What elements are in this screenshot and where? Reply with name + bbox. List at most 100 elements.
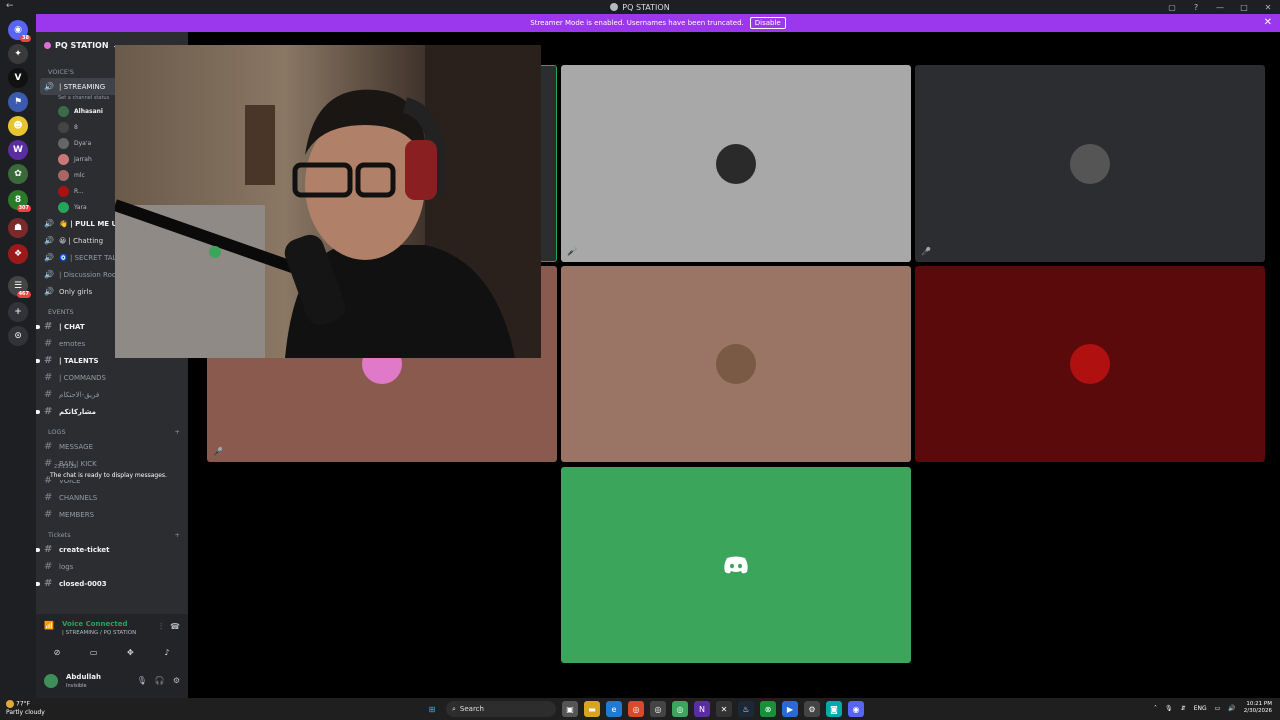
server-icon-6[interactable]: ✿ xyxy=(8,164,28,184)
soundboard-icon[interactable]: ♪ xyxy=(152,644,182,660)
text-channel[interactable]: # فريق-الاحتكام xyxy=(36,386,188,403)
avatar xyxy=(58,185,69,197)
windows-start-icon[interactable]: ⊞ xyxy=(424,701,440,717)
add-channel-icon[interactable]: + xyxy=(175,531,180,539)
app-icon-x[interactable]: ✕ xyxy=(716,701,732,717)
taskbar-apps: ⊞ ⌕ Search ▣ ▬ e ◎ ◎ ◎ N ✕ ♨ ⊗ ▶ ⚙ ◙ ◉ xyxy=(424,701,864,717)
taskbar-search[interactable]: ⌕ Search xyxy=(446,701,556,717)
app-icon-blue[interactable]: ▶ xyxy=(782,701,798,717)
member-name: 8 xyxy=(74,123,78,131)
close-banner-icon[interactable]: ✕ xyxy=(1264,17,1272,28)
server-icon-5[interactable]: W xyxy=(8,140,28,160)
server-icon-4[interactable]: ☻ xyxy=(8,116,28,136)
help-icon[interactable]: ? xyxy=(1184,3,1208,12)
app-icon-next[interactable]: N xyxy=(694,701,710,717)
text-channel[interactable]: # closed-0003 xyxy=(36,575,188,592)
member-name: Alhasani xyxy=(74,107,103,115)
settings-gear-icon[interactable]: ⚙ xyxy=(173,676,180,685)
user-status: Invisible xyxy=(66,683,87,689)
member-name: Yara xyxy=(74,203,87,211)
language-indicator[interactable]: ENG xyxy=(1194,705,1207,712)
search-label: Search xyxy=(459,705,484,713)
headphones-icon[interactable]: 🎧 xyxy=(155,676,165,685)
category-label: LOGS xyxy=(48,428,66,436)
text-channel[interactable]: # MESSAGE xyxy=(36,438,188,455)
back-arrow-icon[interactable]: ← xyxy=(6,1,14,11)
server-icon-10[interactable]: ☰ 467 xyxy=(8,276,31,298)
volume-icon[interactable]: 🔊 xyxy=(1228,705,1235,712)
channel-label: 👋 | PULL ME UP xyxy=(59,219,123,228)
text-channel[interactable]: # CHANNELS xyxy=(36,489,188,506)
member-name: R... xyxy=(74,187,84,195)
minimize-icon[interactable]: — xyxy=(1208,3,1232,12)
weather-widget[interactable]: 77°F Partly cloudy xyxy=(6,700,45,717)
server-boost-icon xyxy=(44,41,51,49)
category-tickets[interactable]: Tickets + xyxy=(36,529,188,541)
camera-off-icon[interactable]: ⊘ xyxy=(42,644,72,660)
edge-icon[interactable]: e xyxy=(606,701,622,717)
close-window-icon[interactable]: ✕ xyxy=(1256,3,1280,12)
server-icon-3[interactable]: ⚑ xyxy=(8,92,28,112)
hash-icon: # xyxy=(44,355,53,366)
direct-messages-icon[interactable]: ◉ 38 xyxy=(8,20,31,42)
disable-streamer-mode-button[interactable]: Disable xyxy=(749,17,786,29)
disconnect-icon[interactable]: ☎ xyxy=(170,622,180,632)
task-view-icon[interactable]: ▣ xyxy=(562,701,578,717)
hash-icon: # xyxy=(44,372,53,383)
xbox-icon[interactable]: ⊗ xyxy=(760,701,776,717)
channel-label: | COMMANDS xyxy=(59,373,106,382)
voice-connected-title[interactable]: Voice Connected xyxy=(62,620,128,628)
add-channel-icon[interactable]: + xyxy=(175,428,180,436)
clock[interactable]: 10:21 PM 2/30/2026 xyxy=(1244,701,1272,715)
discover-icon[interactable]: ⊙ xyxy=(8,326,28,346)
app-icon-teal[interactable]: ◙ xyxy=(826,701,842,717)
app-icon-gear[interactable]: ⚙ xyxy=(804,701,820,717)
screen-share-icon[interactable]: ▭ xyxy=(79,644,109,660)
discord-taskbar-icon[interactable]: ◉ xyxy=(848,701,864,717)
category-logs[interactable]: LOGS + xyxy=(36,426,188,438)
weather-desc: Partly cloudy xyxy=(6,708,45,716)
text-channel[interactable]: # logs xyxy=(36,558,188,575)
chrome-icon[interactable]: ◎ xyxy=(628,701,644,717)
tray-chevron-icon[interactable]: ˄ xyxy=(1154,705,1157,712)
microphone-icon[interactable]: 🎙 xyxy=(137,676,147,685)
inbox-icon[interactable]: ▢ xyxy=(1160,3,1184,12)
username[interactable]: Abdullah xyxy=(66,673,101,681)
avatar[interactable] xyxy=(44,674,58,688)
member-name: mlc xyxy=(74,171,85,179)
voice-connected-subtitle[interactable]: | STREAMING / PQ STATION xyxy=(62,630,136,636)
hash-icon: # xyxy=(44,389,53,400)
activities-icon[interactable]: ✥ xyxy=(115,644,145,660)
text-channel[interactable]: # create-ticket xyxy=(36,541,188,558)
video-tile-7[interactable] xyxy=(561,467,911,663)
chrome-green-icon[interactable]: ◎ xyxy=(672,701,688,717)
text-channel[interactable]: # | COMMANDS xyxy=(36,369,188,386)
video-tile-2[interactable]: 🎤 xyxy=(561,65,911,262)
discord-window: ← PQ STATION ▢ ? — □ ✕ Streamer Mode is … xyxy=(0,0,1280,720)
chrome-profile-icon[interactable]: ◎ xyxy=(650,701,666,717)
text-channel[interactable]: # مشاركاتكم xyxy=(36,403,188,420)
video-tile-6[interactable] xyxy=(915,266,1265,462)
server-icon-2[interactable]: V xyxy=(8,68,28,88)
video-tile-5[interactable] xyxy=(561,266,911,462)
server-icon-7[interactable]: 8 307 xyxy=(8,190,31,212)
tray-mic-icon[interactable]: 🎙 xyxy=(1165,705,1173,712)
steam-icon[interactable]: ♨ xyxy=(738,701,754,717)
add-server-icon[interactable]: + xyxy=(8,302,28,322)
noise-suppression-icon[interactable]: ⫶ xyxy=(160,622,162,632)
tray-usb-icon[interactable]: ⇵ xyxy=(1181,705,1186,712)
channel-label: | TALENTS xyxy=(59,356,99,365)
channel-label: Only girls xyxy=(59,287,93,296)
maximize-icon[interactable]: □ xyxy=(1232,3,1256,12)
video-tile-3[interactable]: 🎤 xyxy=(915,65,1265,262)
server-icon-1[interactable]: ✦ xyxy=(8,44,28,64)
channel-label: logs xyxy=(59,562,74,571)
text-channel[interactable]: # MEMBERS xyxy=(36,506,188,523)
participant-avatar xyxy=(1070,344,1110,384)
display-icon[interactable]: ▭ xyxy=(1215,705,1221,712)
server-icon-8[interactable]: ☗ xyxy=(8,218,28,238)
file-explorer-icon[interactable]: ▬ xyxy=(584,701,600,717)
signal-icon[interactable]: 📶 xyxy=(44,621,54,630)
server-icon-9[interactable]: ❖ xyxy=(8,244,28,264)
server-badge-10: 467 xyxy=(16,291,31,298)
